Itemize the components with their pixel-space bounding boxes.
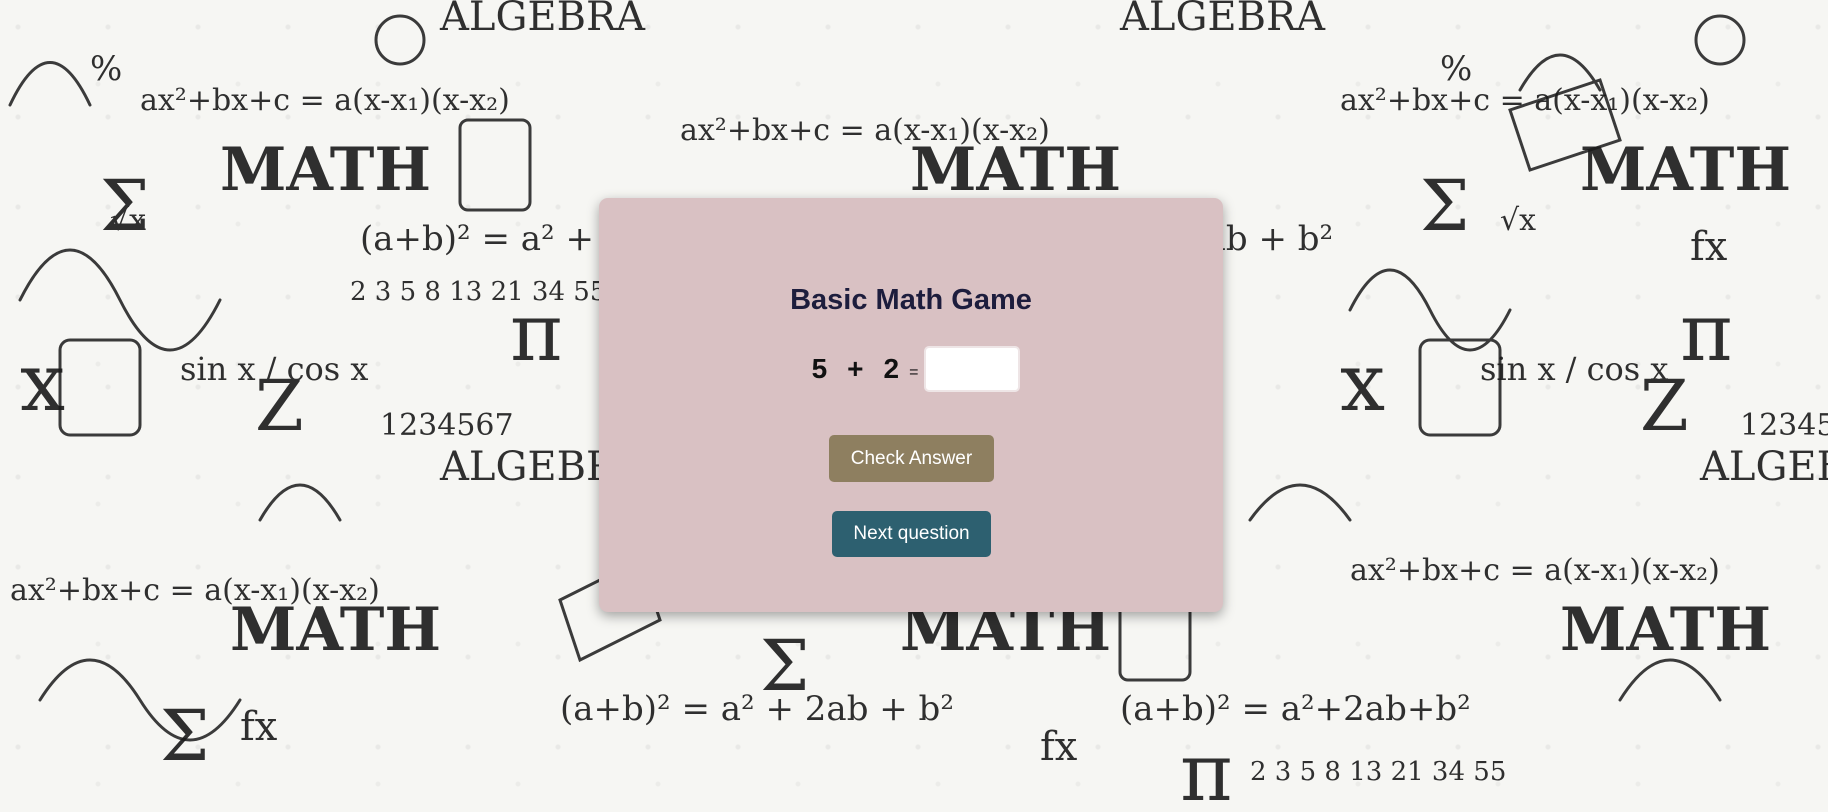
svg-text:sin x / cos x: sin x / cos x	[180, 350, 368, 388]
svg-text:MATH: MATH	[1580, 135, 1791, 205]
svg-text:2 3 5 8 13 21 34 55: 2 3 5 8 13 21 34 55	[1250, 757, 1506, 787]
svg-text:MATH: MATH	[220, 135, 431, 205]
svg-text:fx: fx	[240, 704, 278, 750]
svg-text:fx: fx	[1690, 224, 1728, 270]
svg-text:ALGEBRA: ALGEBRA	[1119, 0, 1326, 40]
svg-text:sin x / cos x: sin x / cos x	[1480, 350, 1668, 388]
svg-text:MATH: MATH	[1560, 595, 1771, 665]
check-answer-button[interactable]: Check Answer	[829, 435, 994, 482]
svg-text:fx: fx	[1040, 724, 1078, 770]
equation-row: 5 + 2 =	[599, 346, 1223, 392]
svg-text:ax²+bx+c = a(x-x₁)(x-x₂): ax²+bx+c = a(x-x₁)(x-x₂)	[140, 83, 510, 118]
svg-text:ax²+bx+c = a(x-x₁)(x-x₂): ax²+bx+c = a(x-x₁)(x-x₂)	[680, 113, 1050, 148]
svg-text:ax²+bx+c = a(x-x₁)(x-x₂): ax²+bx+c = a(x-x₁)(x-x₂)	[1340, 83, 1710, 118]
svg-text:ax²+bx+c = a(x-x₁)(x-x₂): ax²+bx+c = a(x-x₁)(x-x₂)	[1350, 553, 1720, 588]
svg-text:Σ: Σ	[1420, 165, 1470, 247]
svg-text:Σ: Σ	[160, 695, 210, 777]
svg-text:(a+b)² = a²+2ab+b²: (a+b)² = a²+2ab+b²	[1120, 689, 1471, 729]
svg-text:√x: √x	[1500, 203, 1536, 238]
svg-text:12345: 12345	[1740, 408, 1828, 443]
next-question-button[interactable]: Next question	[832, 511, 991, 557]
svg-text:2 3 5 8 13 21 34 55: 2 3 5 8 13 21 34 55	[350, 277, 606, 307]
svg-text:1234567: 1234567	[380, 408, 514, 443]
game-title: Basic Math Game	[790, 284, 1032, 316]
svg-text:%: %	[90, 49, 122, 89]
svg-text:(a+b)² = a² + 2ab + b²: (a+b)² = a² + 2ab + b²	[560, 689, 954, 729]
operand-a: 5	[811, 353, 828, 384]
svg-text:π: π	[1180, 726, 1233, 812]
operator-sign: +	[847, 353, 864, 384]
svg-text:ax²+bx+c = a(x-x₁)(x-x₂): ax²+bx+c = a(x-x₁)(x-x₂)	[10, 573, 380, 608]
svg-text:%: %	[1440, 49, 1472, 89]
operand-b: 2	[883, 353, 900, 384]
svg-text:x: x	[1340, 336, 1385, 429]
svg-text:√x: √x	[110, 203, 146, 238]
game-card: Basic Math Game 5 + 2 = Check Answer Nex…	[599, 198, 1223, 612]
svg-text:ALGEBRA: ALGEBRA	[1699, 444, 1828, 490]
answer-input[interactable]	[924, 346, 1021, 392]
svg-text:x: x	[20, 336, 65, 429]
svg-text:ALGEBRA: ALGEBRA	[439, 0, 646, 40]
equals-sign: =	[909, 364, 919, 381]
